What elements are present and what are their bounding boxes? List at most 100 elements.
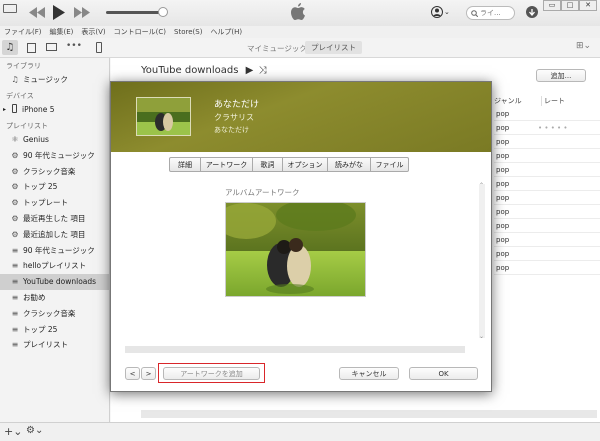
sidebar-item-top25[interactable]: ≡ トップ 25 (0, 321, 109, 337)
volume-knob[interactable] (158, 7, 168, 17)
genre-cell: pop (496, 110, 510, 118)
search-icon (471, 9, 478, 17)
iphone-button[interactable] (96, 42, 102, 53)
sidebar-item-label: プレイリスト (23, 340, 68, 350)
play-icon[interactable] (53, 5, 65, 20)
rating-cell[interactable]: • • • • • (538, 124, 568, 132)
menu-file[interactable]: ファイル(F) (4, 27, 42, 37)
add-playlist-icon[interactable]: +⌄ (4, 425, 22, 438)
main-hscrollbar[interactable] (141, 410, 597, 418)
gear-icon: ⚙ (11, 229, 19, 239)
fast-forward-icon[interactable] (74, 7, 90, 18)
download-button[interactable] (526, 6, 538, 18)
maximize-button[interactable]: □ (561, 0, 579, 11)
dialog-vscrollbar[interactable]: ⌃ ⌄ (479, 182, 485, 340)
table-row[interactable]: pop (494, 206, 600, 219)
add-artwork-button[interactable]: アートワークを追加 (163, 367, 260, 380)
play-icon[interactable]: ▶ (246, 65, 254, 76)
rewind-icon[interactable] (29, 7, 45, 18)
download-arrow-icon (529, 8, 535, 16)
cancel-button[interactable]: キャンセル (339, 367, 399, 380)
column-rating[interactable]: レート (541, 96, 565, 106)
menu-controls[interactable]: コントロール(C) (114, 27, 166, 37)
tab-sorting[interactable]: 読みがな (328, 158, 371, 171)
my-music-tab[interactable]: マイミュージック (247, 43, 307, 54)
sidebar-item-label: helloプレイリスト (23, 261, 87, 271)
dialog-hscrollbar[interactable] (125, 346, 465, 353)
sidebar-item-top-rated[interactable]: ⚙ トップレート (0, 195, 109, 211)
tab-file[interactable]: ファイル (371, 158, 408, 171)
sidebar-item-iphone[interactable]: ▸ iPhone 5 (0, 102, 109, 118)
sidebar-item-music[interactable]: ♫ ミュージック (0, 72, 109, 88)
scroll-down-icon[interactable]: ⌄ (479, 333, 484, 340)
sidebar-item-label: 最近再生した 項目 (23, 213, 86, 223)
sidebar-item-label: 90 年代ミュージック (23, 245, 95, 255)
movies-icon[interactable] (27, 43, 36, 53)
playlists-tab[interactable]: プレイリスト (305, 41, 362, 54)
song-album: あなただけ (214, 126, 249, 134)
shuffle-icon[interactable]: ⤨ (259, 65, 267, 76)
sidebar-item-smart-90s[interactable]: ⚙ 90 年代ミュージック (0, 147, 109, 163)
scroll-up-icon[interactable]: ⌃ (479, 182, 484, 189)
account-button[interactable]: ⌄ (431, 6, 450, 18)
column-genre[interactable]: ジャンル (494, 96, 522, 106)
sidebar-item-smart-top25[interactable]: ⚙ トップ 25 (0, 179, 109, 195)
table-row[interactable]: pop (494, 136, 600, 149)
close-button[interactable]: ✕ (579, 0, 597, 11)
tab-options[interactable]: オプション (283, 158, 328, 171)
sidebar-item-90s[interactable]: ≡ 90 年代ミュージック (0, 242, 109, 258)
table-row[interactable]: pop (494, 220, 600, 233)
search-box[interactable] (466, 6, 515, 20)
sidebar-item-recently-added[interactable]: ⚙ 最近追加した 項目 (0, 226, 109, 242)
tab-lyrics[interactable]: 歌詞 (253, 158, 283, 171)
music-note-icon: ♫ (5, 42, 15, 53)
more-icon[interactable]: ••• (66, 41, 82, 51)
ok-button[interactable]: OK (409, 367, 478, 380)
table-row[interactable]: pop (494, 108, 600, 121)
sidebar-item-label: トップ 25 (23, 182, 58, 192)
playlist-icon: ≡ (11, 245, 19, 255)
sidebar-item-hello[interactable]: ≡ helloプレイリスト (0, 258, 109, 274)
table-row[interactable]: pop (494, 164, 600, 177)
view-bar: ♫ ••• マイミュージック プレイリスト ⊞⌄ (0, 38, 600, 58)
table-row[interactable]: pop (494, 178, 600, 191)
playlist-icon: ≡ (11, 324, 19, 334)
music-view-button[interactable]: ♫ (2, 40, 18, 55)
add-button[interactable]: 追加... (536, 69, 586, 82)
sidebar-item-playlist[interactable]: ≡ プレイリスト (0, 337, 109, 353)
table-row[interactable]: pop (494, 192, 600, 205)
tab-artwork[interactable]: アートワーク (201, 158, 253, 171)
menu-help[interactable]: ヘルプ(H) (210, 27, 242, 37)
sidebar-item-classical[interactable]: ≡ クラシック音楽 (0, 305, 109, 321)
app-menu-icon[interactable] (3, 4, 17, 13)
grid-view-icon[interactable]: ⊞⌄ (576, 41, 591, 51)
next-button[interactable]: > (141, 367, 156, 380)
menu-store[interactable]: Store(S) (174, 28, 202, 36)
genre-cell: pop (496, 194, 510, 202)
playlist-icon: ≡ (11, 340, 19, 350)
table-row[interactable]: pop (494, 248, 600, 261)
table-row[interactable]: pop (494, 234, 600, 247)
tab-details[interactable]: 詳細 (170, 158, 201, 171)
previous-button[interactable]: < (125, 367, 140, 380)
sidebar-item-youtube-downloads[interactable]: ≡ YouTube downloads (0, 273, 109, 290)
playlist-icon: ≡ (11, 308, 19, 318)
sidebar-item-smart-classical[interactable]: ⚙ クラシック音楽 (0, 163, 109, 179)
volume-slider[interactable] (106, 7, 168, 17)
sidebar-item-label: お勧め (23, 292, 46, 302)
settings-gear-icon[interactable]: ⚙⌄ (26, 425, 43, 436)
menu-edit[interactable]: 編集(E) (50, 27, 74, 37)
sidebar-item-label: トップレート (23, 198, 68, 208)
album-artwork-image (225, 202, 366, 297)
sidebar-item-genius[interactable]: ⚛ Genius (0, 132, 109, 148)
menu-view[interactable]: 表示(V) (81, 27, 105, 37)
minimize-button[interactable]: ▭ (543, 0, 561, 11)
table-row[interactable]: pop • • • • • (494, 122, 600, 135)
search-input[interactable] (480, 9, 514, 17)
table-row[interactable]: pop (494, 262, 600, 275)
sidebar-item-recommended[interactable]: ≡ お勧め (0, 290, 109, 306)
disclosure-triangle-icon[interactable]: ▸ (3, 106, 6, 113)
table-row[interactable]: pop (494, 150, 600, 163)
tv-icon[interactable] (46, 43, 57, 51)
sidebar-item-recently-played[interactable]: ⚙ 最近再生した 項目 (0, 211, 109, 227)
